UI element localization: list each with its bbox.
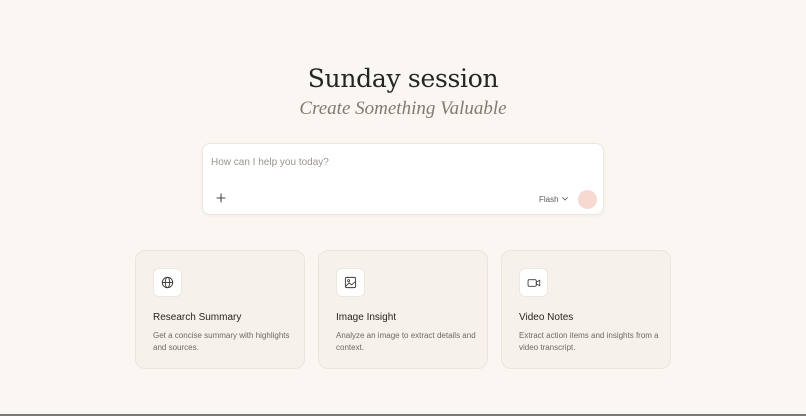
send-button[interactable] (578, 190, 597, 209)
card-title: Image Insight (336, 312, 397, 323)
attach-button[interactable] (213, 190, 229, 206)
card-description: Extract action items and insights from a… (519, 331, 659, 352)
card-video-notes[interactable]: Video Notes Extract action items and ins… (501, 250, 671, 369)
page-subtitle: Create Something Valuable (299, 98, 507, 119)
card-icon-container (519, 268, 548, 297)
page-title: Sunday session (307, 64, 499, 93)
card-description: Get a concise summary with highlights an… (153, 331, 290, 352)
video-icon (527, 277, 541, 289)
card-image-insight[interactable]: Image Insight Analyze an image to extrac… (318, 250, 488, 369)
image-icon (344, 276, 357, 289)
card-title: Research Summary (153, 312, 242, 323)
globe-icon (161, 276, 174, 289)
card-research-summary[interactable]: Research Summary Get a concise summary w… (135, 250, 305, 369)
prompt-input[interactable] (211, 152, 591, 172)
chevron-down-icon (561, 197, 568, 201)
model-select[interactable]: Flash (539, 192, 568, 206)
card-icon-container (336, 268, 365, 297)
card-icon-container (153, 268, 182, 297)
card-title: Video Notes (519, 312, 574, 323)
plus-icon (216, 193, 226, 203)
model-label: Flash (539, 194, 559, 204)
prompt-composer: Flash (202, 143, 604, 215)
card-description: Analyze an image to extract details and … (336, 331, 476, 352)
